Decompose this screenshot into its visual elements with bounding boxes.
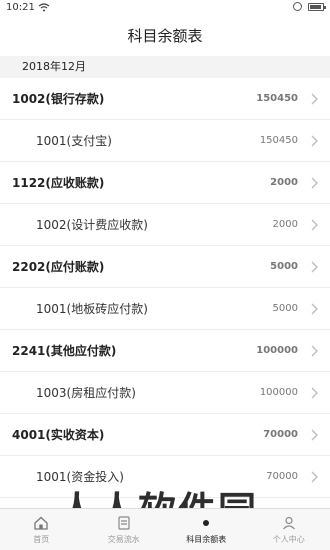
- chevron-right-icon: [311, 471, 318, 483]
- account-balance: 5000: [272, 303, 298, 314]
- account-list: 1002(银行存款) 150450 1001(支付宝) 150450 1122(应收账款…: [0, 78, 330, 498]
- chevron-right-icon: [311, 177, 318, 189]
- chevron-right-icon: [311, 261, 318, 273]
- tab-user[interactable]: 个人中心: [248, 509, 330, 550]
- account-row-child[interactable]: 1003(房租应付款) 100000: [0, 372, 330, 414]
- account-balance: 2000: [270, 177, 298, 188]
- chevron-right-icon: [311, 345, 318, 357]
- account-balance: 100000: [256, 345, 298, 356]
- account-balance: 150450: [256, 93, 298, 104]
- account-name: 1002(银行存款): [12, 92, 105, 106]
- account-balance: 70000: [263, 429, 298, 440]
- battery-icon: [308, 2, 326, 11]
- account-row-parent[interactable]: 1122(应收账款) 2000: [0, 162, 330, 204]
- account-name: 2241(其他应付款): [12, 344, 117, 358]
- account-row-child[interactable]: 1001(地板砖应付款) 5000: [0, 288, 330, 330]
- account-name: 1001(地板砖应付款): [36, 302, 148, 316]
- account-row-parent[interactable]: 2241(其他应付款) 100000: [0, 330, 330, 372]
- account-row-parent[interactable]: 1002(银行存款) 150450: [0, 78, 330, 120]
- account-balance: 70000: [266, 471, 298, 482]
- balance-sheet-icon: [203, 520, 210, 526]
- tab-balance-sheet[interactable]: 科目余额表: [165, 509, 248, 550]
- account-name: 2202(应付账款): [12, 260, 105, 274]
- chevron-right-icon: [311, 303, 318, 315]
- page-title: 科目余额表: [0, 16, 330, 56]
- status-time: 10:21: [6, 2, 35, 13]
- chevron-right-icon: [311, 93, 318, 105]
- chevron-right-icon: [311, 219, 318, 231]
- tab-label: 个人中心: [272, 535, 305, 544]
- account-name: 1003(房租应付款): [36, 386, 136, 400]
- account-row-parent[interactable]: 4001(实收资本) 70000: [0, 414, 330, 456]
- account-name: 1122(应收账款): [12, 176, 105, 190]
- tab-label: 首页: [33, 535, 50, 544]
- account-name: 1001(支付宝): [36, 134, 112, 148]
- transactions-icon: [118, 516, 130, 530]
- account-name: 4001(实收资本): [12, 428, 105, 442]
- account-name: 1002(设计费应收款): [36, 218, 148, 232]
- bottom-tab-bar: 首页 交易流水 科目余额表 个人中心: [0, 508, 330, 550]
- tab-transactions[interactable]: 交易流水: [83, 509, 166, 550]
- wifi-icon: [38, 3, 50, 12]
- period-label: 2018年12月: [0, 56, 330, 78]
- account-balance: 150450: [259, 135, 298, 146]
- account-row-child[interactable]: 1002(设计费应收款) 2000: [0, 204, 330, 246]
- chevron-right-icon: [311, 135, 318, 147]
- tab-label: 科目余额表: [186, 535, 227, 544]
- status-bar: 10:21: [0, 0, 330, 16]
- user-icon: [282, 516, 295, 530]
- account-row-child[interactable]: 1001(支付宝) 150450: [0, 120, 330, 162]
- account-balance: 5000: [270, 261, 298, 272]
- alarm-icon: [293, 2, 302, 11]
- chevron-right-icon: [311, 387, 318, 399]
- chevron-right-icon: [311, 429, 318, 441]
- account-balance: 2000: [272, 219, 298, 230]
- account-balance: 100000: [259, 387, 298, 398]
- account-row-parent[interactable]: 2202(应付账款) 5000: [0, 246, 330, 288]
- home-icon: [34, 516, 48, 530]
- tab-home[interactable]: 首页: [0, 509, 83, 550]
- tab-label: 交易流水: [107, 535, 140, 544]
